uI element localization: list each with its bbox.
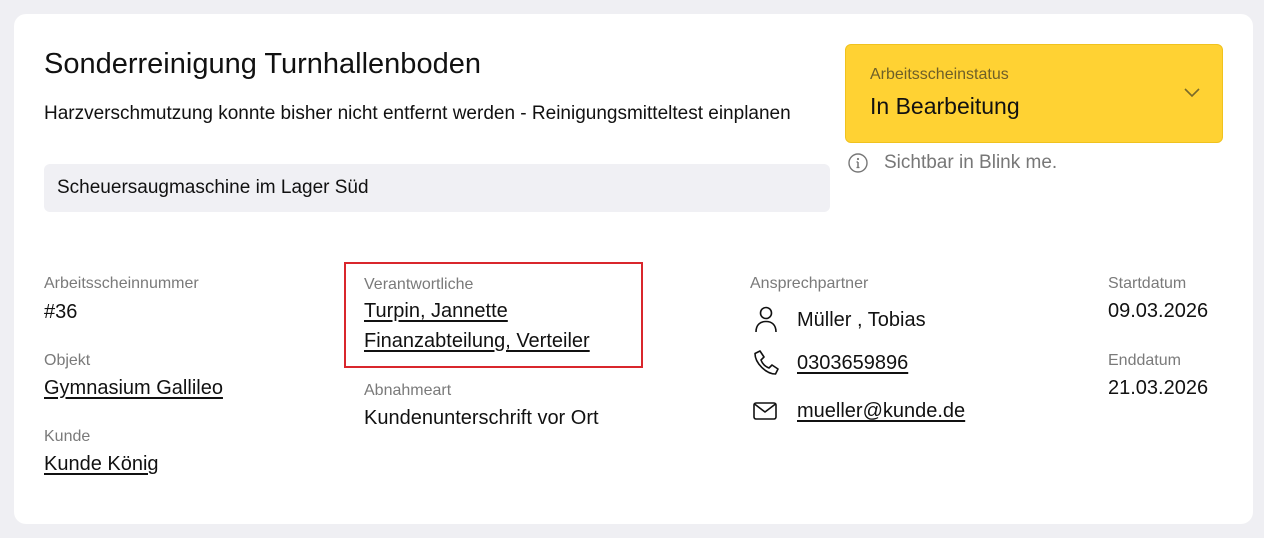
end-date-label: Enddatum — [1108, 352, 1181, 369]
status-dropdown[interactable]: Arbeitsscheinstatus In Bearbeitung — [845, 44, 1223, 143]
contact-phone-row: 0303659896 — [750, 347, 908, 379]
responsible-person-link[interactable]: Turpin, Jannette — [364, 300, 508, 323]
start-date-label: Startdatum — [1108, 275, 1187, 292]
chevron-down-icon — [1184, 88, 1200, 98]
end-date: 21.03.2026 — [1108, 377, 1209, 399]
contact-email-link[interactable]: mueller@kunde.de — [797, 400, 965, 423]
acceptance-value: Kundenunterschrift vor Ort — [364, 407, 599, 429]
start-date: 09.03.2026 — [1108, 300, 1209, 322]
location-field: Scheuersaugmaschine im Lager Süd — [44, 164, 830, 212]
info-icon — [848, 153, 868, 173]
mail-icon — [753, 402, 777, 420]
status-value: In Bearbeitung — [870, 93, 1020, 119]
responsible-group-link[interactable]: Finanzabteilung, Verteiler — [364, 330, 590, 353]
work-order-description: Harzverschmutzung konnte bisher nicht en… — [44, 103, 791, 124]
work-order-title: Sonderreinigung Turnhallenboden — [44, 48, 481, 80]
contact-label: Ansprechpartner — [750, 275, 869, 292]
customer-label: Kunde — [44, 428, 91, 445]
object-link[interactable]: Gymnasium Gallileo — [44, 377, 223, 400]
phone-icon — [754, 350, 779, 375]
status-label: Arbeitsscheinstatus — [870, 66, 1009, 83]
contact-email-row: mueller@kunde.de — [750, 395, 965, 427]
work-order-number: #36 — [44, 301, 78, 323]
visibility-note-text: Sichtbar in Blink me. — [884, 152, 1058, 173]
contact-name-row: Müller , Tobias — [750, 304, 926, 336]
work-order-number-label: Arbeitsscheinnummer — [44, 275, 199, 292]
contact-name: Müller , Tobias — [797, 308, 926, 331]
person-icon — [755, 306, 777, 333]
contact-phone-link[interactable]: 0303659896 — [797, 352, 908, 375]
customer-link[interactable]: Kunde König — [44, 453, 159, 476]
visibility-note: Sichtbar in Blink me. — [847, 152, 1057, 174]
object-label: Objekt — [44, 352, 91, 369]
work-order-card: Sonderreinigung Turnhallenboden Harzvers… — [14, 14, 1253, 524]
acceptance-label: Abnahmeart — [364, 382, 452, 399]
responsible-label: Verantwortliche — [364, 276, 474, 293]
